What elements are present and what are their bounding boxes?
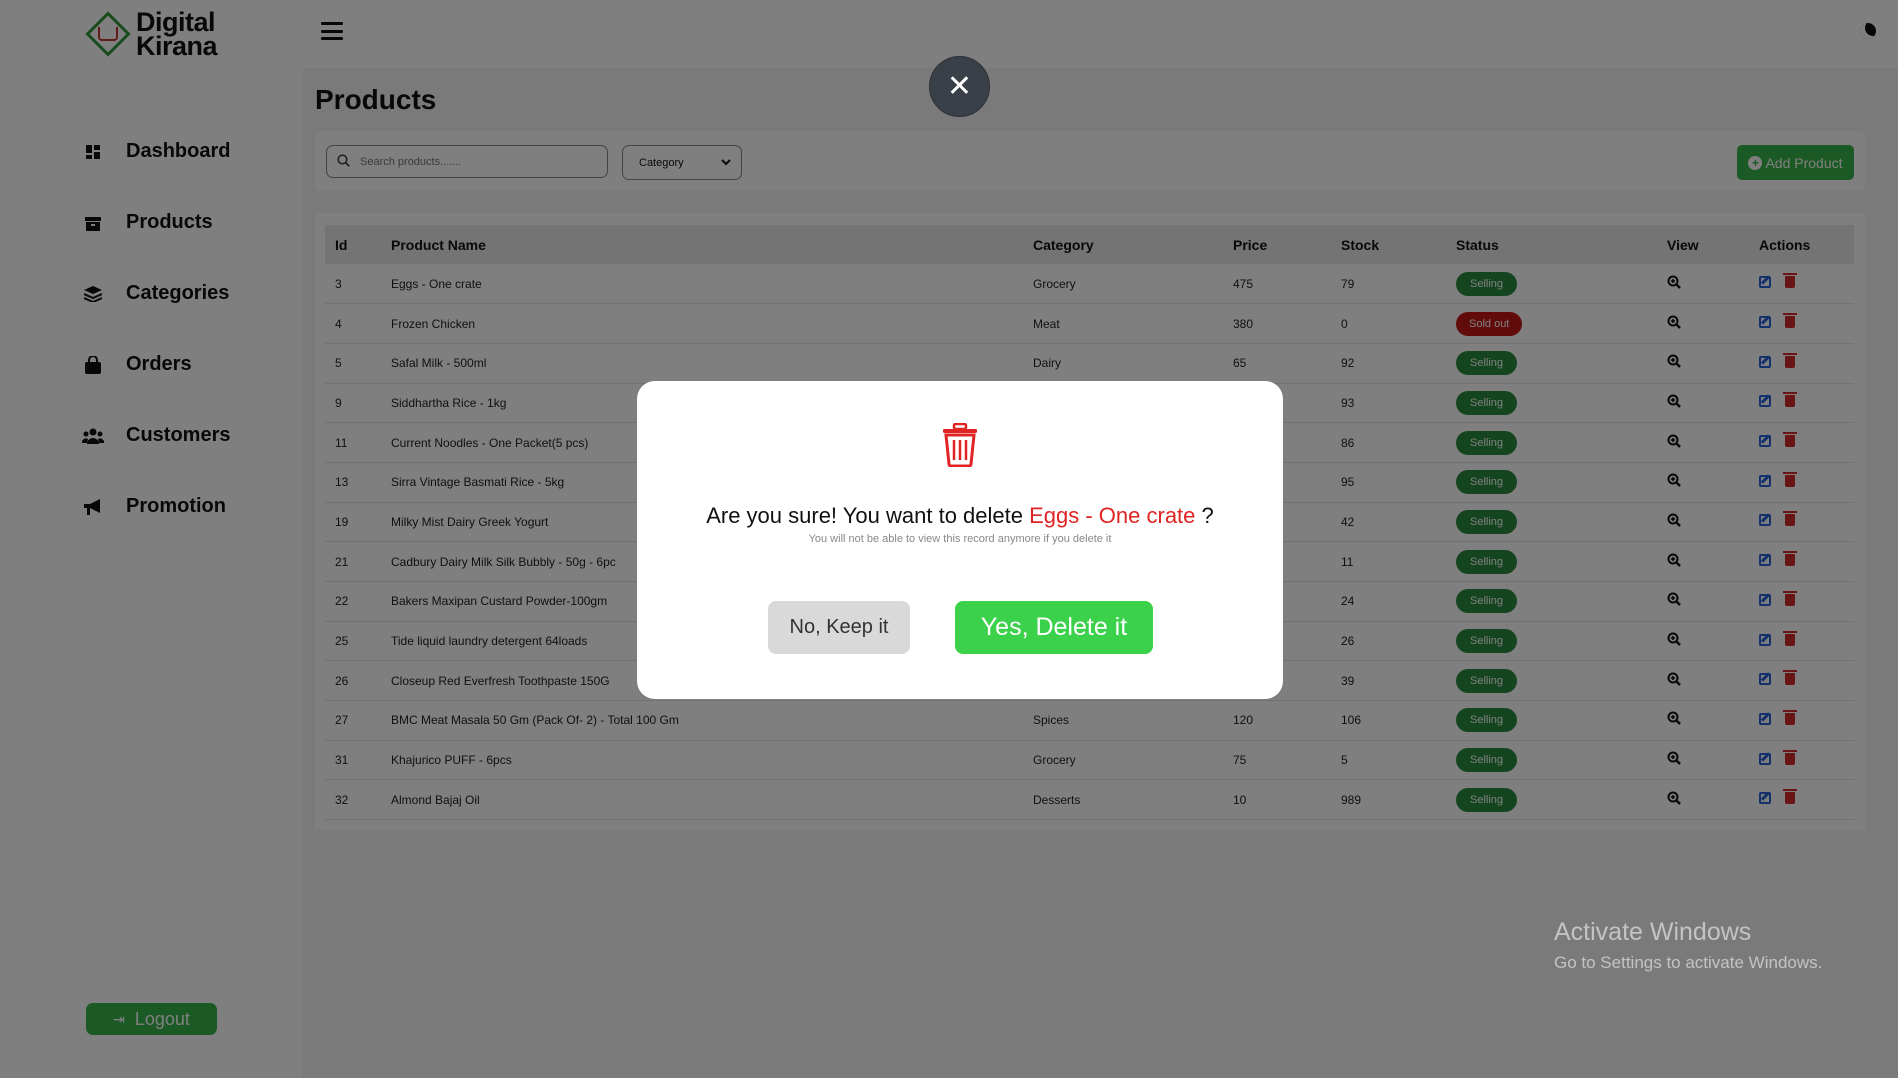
modal-item-name: Eggs - One crate bbox=[1029, 503, 1196, 528]
modal-message-text: Are you sure! You want to delete bbox=[706, 503, 1023, 528]
confirm-delete-button[interactable]: Yes, Delete it bbox=[955, 601, 1153, 654]
modal-subtext: You will not be able to view this record… bbox=[808, 533, 1112, 545]
watermark-title: Activate Windows bbox=[1554, 918, 1752, 946]
windows-activation-watermark: Activate Windows Go to Settings to activ… bbox=[1554, 918, 1822, 973]
trash-icon bbox=[943, 423, 977, 467]
modal-message-suffix: ? bbox=[1201, 503, 1214, 528]
close-modal-button[interactable]: ✕ bbox=[929, 56, 990, 117]
close-icon: ✕ bbox=[946, 69, 973, 103]
cancel-button[interactable]: No, Keep it bbox=[768, 601, 910, 654]
watermark-subtitle: Go to Settings to activate Windows. bbox=[1554, 953, 1823, 972]
modal-message: Are you sure! You want to delete Eggs - … bbox=[637, 503, 1283, 529]
delete-confirm-dialog: Are you sure! You want to delete Eggs - … bbox=[637, 381, 1283, 699]
